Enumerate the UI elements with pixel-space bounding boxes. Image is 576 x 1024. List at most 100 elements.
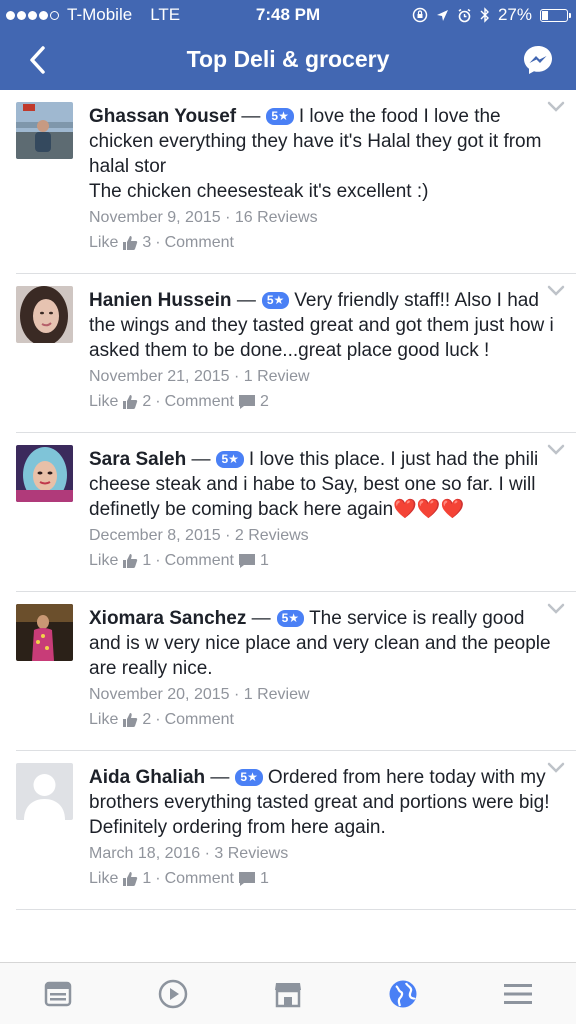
chevron-down-icon[interactable] bbox=[546, 284, 566, 298]
menu-icon bbox=[504, 983, 533, 1004]
reviewer-name[interactable]: Xiomara Sanchez bbox=[89, 608, 246, 629]
reviewer-name[interactable]: Ghassan Yousef bbox=[89, 106, 236, 127]
review-date[interactable]: November 21, 2015 bbox=[89, 368, 230, 385]
rating-badge: 5★ bbox=[276, 610, 305, 627]
rating-badge: 5★ bbox=[216, 451, 244, 468]
chevron-down-icon[interactable] bbox=[546, 100, 566, 114]
avatar[interactable] bbox=[16, 445, 73, 502]
review-actions: Like 1 · Comment 1 bbox=[89, 548, 560, 573]
rotation-lock-icon bbox=[412, 7, 428, 23]
review-item: Sara Saleh —5★ I love this place. I just … bbox=[16, 433, 576, 592]
comment-button[interactable]: Comment bbox=[165, 866, 234, 891]
rating-badge: 5★ bbox=[235, 769, 263, 786]
reviewer-name[interactable]: Hanien Hussein bbox=[89, 290, 232, 311]
review-meta: March 18, 2016 · 3 Reviews bbox=[89, 845, 289, 862]
like-count: 2 bbox=[142, 393, 152, 410]
top-bar: T-Mobile LTE 7:48 PM 27% Top Deli & groc… bbox=[0, 0, 576, 90]
review-item: Xiomara Sanchez —5★ The service is really… bbox=[16, 592, 576, 751]
tab-marketplace[interactable] bbox=[258, 974, 318, 1014]
review-meta: November 9, 2015 · 16 Reviews bbox=[89, 209, 318, 226]
name-separator: — bbox=[191, 449, 211, 470]
comment-bubble-icon bbox=[238, 553, 255, 568]
messenger-button[interactable] bbox=[522, 44, 554, 76]
comment-button[interactable]: Comment bbox=[165, 707, 234, 732]
review-actions: Like 2 · Comment 2 bbox=[89, 389, 560, 414]
review-date[interactable]: December 8, 2015 bbox=[89, 527, 221, 544]
rating-badge: 5★ bbox=[266, 108, 294, 125]
like-button[interactable]: Like bbox=[89, 389, 118, 414]
chevron-down-icon[interactable] bbox=[546, 443, 566, 457]
bottom-tab-bar bbox=[0, 962, 576, 1024]
thumbs-up-icon bbox=[123, 712, 138, 727]
comment-count: 1 bbox=[259, 870, 269, 887]
avatar[interactable] bbox=[16, 286, 73, 343]
review-date[interactable]: November 9, 2015 bbox=[89, 209, 221, 226]
review-date[interactable]: March 18, 2016 bbox=[89, 845, 200, 862]
review-meta: December 8, 2015 · 2 Reviews bbox=[89, 527, 309, 544]
tab-menu[interactable] bbox=[488, 974, 548, 1014]
navigation-bar: Top Deli & grocery bbox=[0, 30, 576, 90]
review-content: Ghassan Yousef —5★ I love the food I love… bbox=[89, 104, 560, 204]
thumbs-up-icon bbox=[123, 235, 138, 250]
reviewer-review-count[interactable]: 1 Review bbox=[244, 686, 310, 703]
review-content: Xiomara Sanchez —5★ The service is really… bbox=[89, 606, 560, 681]
like-button[interactable]: Like bbox=[89, 707, 118, 732]
news-feed-icon bbox=[44, 981, 71, 1006]
comment-button[interactable]: Comment bbox=[165, 230, 234, 255]
chevron-down-icon[interactable] bbox=[546, 761, 566, 775]
comment-button[interactable]: Comment bbox=[165, 548, 234, 573]
review-item: Aida Ghaliah —5★ Ordered from here today … bbox=[16, 751, 576, 910]
avatar[interactable] bbox=[16, 604, 73, 661]
like-count: 1 bbox=[142, 552, 152, 569]
tab-news-feed[interactable] bbox=[28, 974, 88, 1014]
marketplace-icon bbox=[274, 982, 301, 1007]
status-bar: T-Mobile LTE 7:48 PM 27% bbox=[0, 0, 576, 30]
review-content: Hanien Hussein —5★ Very friendly staff!! … bbox=[89, 288, 560, 363]
tab-globe[interactable] bbox=[373, 974, 433, 1014]
video-icon bbox=[158, 979, 188, 1008]
like-button[interactable]: Like bbox=[89, 548, 118, 573]
avatar-photo bbox=[16, 604, 73, 661]
thumbs-up-icon bbox=[123, 871, 138, 886]
reviewer-review-count[interactable]: 2 Reviews bbox=[235, 527, 309, 544]
bluetooth-icon bbox=[480, 7, 489, 23]
reviewer-review-count[interactable]: 16 Reviews bbox=[235, 209, 318, 226]
like-count: 2 bbox=[142, 711, 152, 728]
avatar-photo bbox=[16, 445, 73, 502]
name-separator: — bbox=[236, 290, 256, 311]
review-item: Ghassan Yousef —5★ I love the food I love… bbox=[16, 90, 576, 274]
like-button[interactable]: Like bbox=[89, 230, 118, 255]
reviews-list[interactable]: Ghassan Yousef —5★ I love the food I love… bbox=[0, 90, 576, 962]
like-button[interactable]: Like bbox=[89, 866, 118, 891]
reviewer-name[interactable]: Aida Ghaliah bbox=[89, 767, 205, 788]
comment-button[interactable]: Comment bbox=[165, 389, 234, 414]
thumbs-up-icon bbox=[123, 553, 138, 568]
avatar[interactable] bbox=[16, 102, 73, 159]
avatar-photo bbox=[16, 286, 73, 343]
comment-bubble-icon bbox=[238, 394, 255, 409]
name-separator: — bbox=[241, 106, 261, 127]
name-separator: — bbox=[251, 608, 271, 629]
review-actions: Like 3 · Comment bbox=[89, 230, 560, 255]
messenger-icon bbox=[524, 46, 552, 74]
thumbs-up-icon bbox=[123, 394, 138, 409]
reviewer-review-count[interactable]: 3 Reviews bbox=[214, 845, 288, 862]
reviewer-name[interactable]: Sara Saleh bbox=[89, 449, 186, 470]
battery-percent: 27% bbox=[497, 5, 532, 24]
name-separator: — bbox=[210, 767, 230, 788]
alarm-icon bbox=[458, 8, 471, 22]
page-title: Top Deli & grocery bbox=[186, 46, 390, 72]
tab-video[interactable] bbox=[143, 974, 203, 1014]
review-date[interactable]: November 20, 2015 bbox=[89, 686, 230, 703]
like-count: 1 bbox=[142, 870, 152, 887]
review-content: Aida Ghaliah —5★ Ordered from here today … bbox=[89, 765, 560, 840]
default-avatar-icon bbox=[16, 763, 73, 820]
avatar[interactable] bbox=[16, 763, 73, 820]
like-count: 3 bbox=[142, 234, 152, 251]
rating-badge: 5★ bbox=[261, 292, 290, 309]
reviewer-review-count[interactable]: 1 Review bbox=[244, 368, 310, 385]
chevron-down-icon[interactable] bbox=[546, 602, 566, 616]
battery-fill bbox=[542, 10, 548, 20]
comment-count: 2 bbox=[259, 393, 269, 410]
comment-count: 1 bbox=[259, 552, 269, 569]
